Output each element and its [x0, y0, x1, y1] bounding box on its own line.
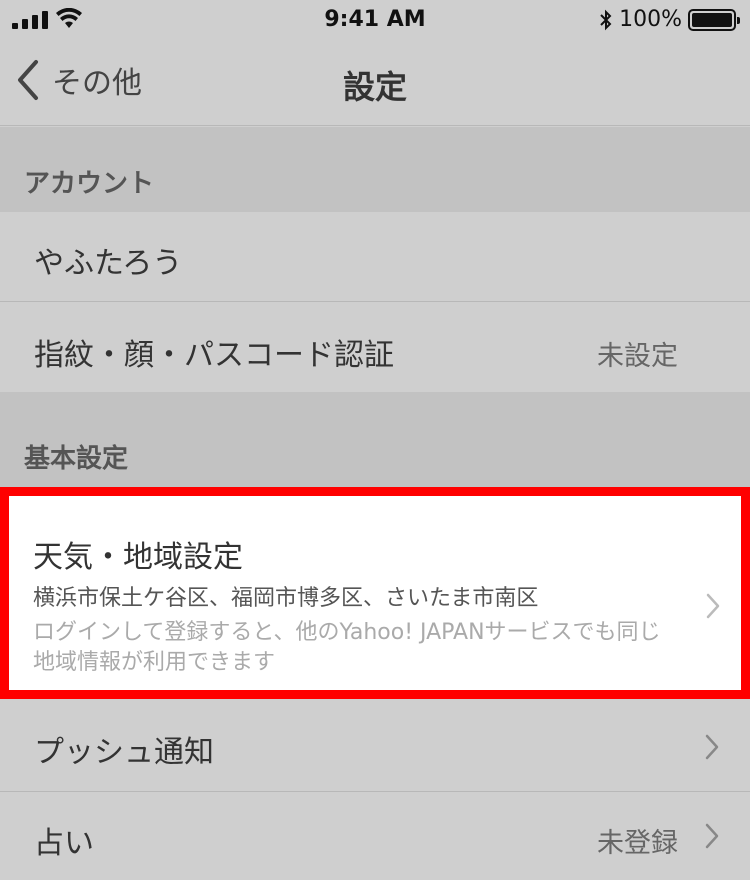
push-notification-row[interactable]: プッシュ通知 [0, 699, 750, 792]
fortune-value: 未登録 [597, 828, 678, 859]
section-header-label: 基本設定 [24, 444, 129, 474]
account-username-row[interactable]: やふたろう [0, 212, 750, 302]
page-title: 設定 [342, 68, 407, 106]
username-label: やふたろう [34, 246, 183, 281]
section-header-label: アカウント [24, 169, 155, 199]
biometric-auth-label: 指紋・顔・パスコード認証 [34, 338, 394, 373]
battery-icon [688, 8, 740, 31]
login-note: ログインして登録すると、他のYahoo! JAPANサービスでも同じ地域情報が利… [33, 620, 661, 675]
fortune-label: 占い [34, 826, 94, 861]
biometric-auth-row[interactable]: 指紋・顔・パスコード認証 未設定 [0, 302, 750, 392]
fortune-row[interactable]: 占い 未登録 [0, 792, 750, 880]
status-bar: 9:41 AM 100% [0, 0, 750, 40]
chevron-right-icon [705, 823, 719, 849]
section-header-basic: 基本設定 [0, 392, 750, 487]
bluetooth-icon [600, 9, 612, 30]
section-header-account: アカウント [0, 127, 750, 212]
chevron-right-icon [705, 734, 719, 760]
push-notification-label: プッシュ通知 [34, 735, 214, 770]
battery-percentage: 100% [619, 7, 682, 32]
chevron-right-icon [706, 593, 720, 619]
registered-regions: 横浜市保土ケ谷区、福岡市博多区、さいたま市南区 [33, 586, 539, 611]
weather-region-settings-row[interactable]: 天気・地域設定 横浜市保土ケ谷区、福岡市博多区、さいたま市南区 ログインして登録… [0, 487, 750, 699]
navigation-bar: その他 設定 [0, 40, 750, 126]
biometric-auth-value: 未設定 [597, 341, 678, 372]
weather-region-title: 天気・地域設定 [33, 540, 243, 575]
